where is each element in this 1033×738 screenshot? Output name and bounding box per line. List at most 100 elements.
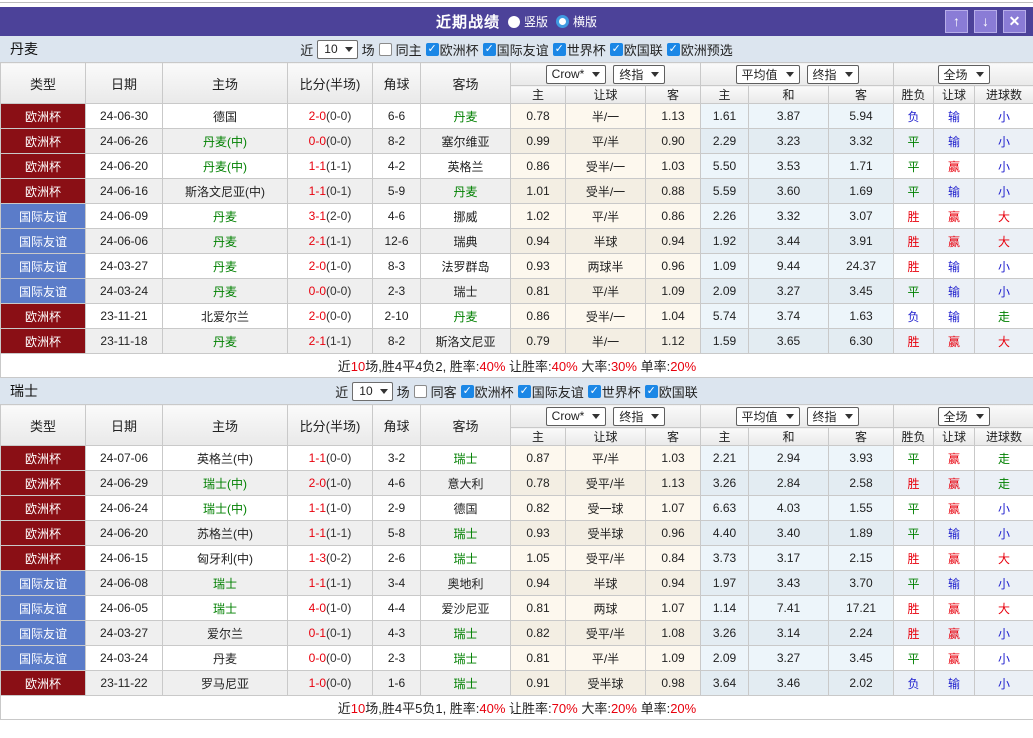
- date-cell: 24-06-26: [85, 128, 163, 154]
- handicap-cell: 半球: [565, 228, 646, 254]
- away-team-cell: 斯洛文尼亚: [420, 328, 511, 354]
- close-icon: ✕: [1008, 13, 1021, 29]
- layout-option-horizontal[interactable]: 横版: [556, 13, 597, 30]
- average-select[interactable]: 平均值: [735, 64, 800, 84]
- average-select[interactable]: 平均值: [735, 406, 800, 426]
- date-cell: 24-06-06: [85, 228, 163, 254]
- handicap-cell: 两球半: [565, 253, 646, 279]
- full-time-score: 1-1: [308, 526, 326, 540]
- matches-label: 场: [396, 384, 410, 400]
- league-filter-世界杯[interactable]: ✓ 世界杯: [552, 40, 606, 59]
- league-filter-欧洲预选[interactable]: ✓ 欧洲预选: [666, 40, 733, 59]
- avg-draw-cell: 3.43: [748, 570, 830, 596]
- score-cell: 1-1(0-1): [287, 178, 373, 204]
- league-filters: ✓ 欧洲杯 ✓ 国际友谊 ✓ 世界杯 ✓ 欧国联: [460, 382, 698, 401]
- scope-select[interactable]: 全场: [937, 406, 990, 426]
- league-cell: 国际友谊: [0, 645, 86, 671]
- odds-away-cell: 0.96: [644, 520, 702, 546]
- bookmaker-select[interactable]: Crow*: [545, 406, 607, 426]
- goals-result-cell: 小: [974, 645, 1033, 671]
- away-team-cell: 瑞士: [420, 278, 511, 304]
- full-time-score: 0-0: [308, 134, 326, 148]
- league-filter-国际友谊[interactable]: ✓ 国际友谊: [482, 40, 549, 59]
- summary-segment: 20%: [670, 359, 697, 374]
- odds-away-cell: 0.94: [644, 228, 702, 254]
- final-odds-select[interactable]: 终指: [613, 406, 666, 426]
- home-team-cell: 德国: [162, 103, 288, 129]
- bookmaker-select[interactable]: Crow*: [545, 64, 607, 84]
- summary-row: 近10场,胜4平4负2, 胜率:40% 让胜率:40% 大率:30% 单率:20…: [0, 353, 1033, 378]
- avg-home-cell: 2.26: [700, 203, 750, 229]
- date-cell: 23-11-21: [85, 303, 163, 329]
- average-final-select[interactable]: 终指: [806, 406, 859, 426]
- chevron-down-icon: [785, 413, 794, 419]
- scope-select[interactable]: 全场: [937, 64, 990, 84]
- move-up-button[interactable]: ↑: [945, 10, 968, 33]
- odds-home-cell: 0.81: [510, 595, 566, 621]
- league-cell: 欧洲杯: [0, 470, 86, 496]
- result-cell: 胜: [893, 203, 935, 229]
- full-time-score: 2-0: [308, 476, 326, 490]
- odds-home-cell: 0.87: [510, 445, 566, 471]
- average-final-select[interactable]: 终指: [806, 64, 859, 84]
- half-time-score: (0-0): [326, 134, 352, 148]
- corners-cell: 2-3: [372, 278, 421, 304]
- chevron-down-icon: [651, 71, 660, 77]
- close-button[interactable]: ✕: [1003, 10, 1026, 33]
- score-cell: 1-1(1-1): [287, 570, 373, 596]
- odds-home-cell: 0.81: [510, 278, 566, 304]
- result-cell: 胜: [893, 253, 935, 279]
- same-side-checkbox[interactable]: [378, 42, 392, 56]
- score-cell: 1-3(0-2): [287, 545, 373, 571]
- goals-result-cell: 小: [974, 520, 1033, 546]
- match-count-select[interactable]: 10: [317, 39, 358, 59]
- final-odds-select[interactable]: 终指: [613, 64, 666, 84]
- avg-home-cell: 1.14: [700, 595, 750, 621]
- summary-segment: 20%: [610, 701, 637, 716]
- sections-container: 丹麦 近 10 场 同主 ✓ 欧洲杯 ✓ 国际友谊 ✓ 世界杯 ✓ 欧国联 ✓ 欧洲预选: [0, 36, 1033, 720]
- league-filter-欧洲杯[interactable]: ✓ 欧洲杯: [425, 40, 479, 59]
- league-filter-欧洲杯[interactable]: ✓ 欧洲杯: [460, 382, 514, 401]
- summary-segment: 40%: [551, 359, 578, 374]
- avg-draw-cell: 3.40: [748, 520, 830, 546]
- match-row: 国际友谊 24-03-24 丹麦 0-0(0-0) 2-3 瑞士 0.81 平/半 1.09 2.…: [0, 645, 1033, 671]
- away-team-cell: 德国: [420, 495, 511, 521]
- match-row: 欧洲杯 24-06-16 斯洛文尼亚(中) 1-1(0-1) 5-9 丹麦 1.01 受半/一…: [0, 178, 1033, 204]
- goals-result-cell: 走: [974, 445, 1033, 471]
- home-team-cell: 瑞士: [162, 570, 288, 596]
- full-time-score: 1-1: [308, 501, 326, 515]
- checkbox-icon: ✓: [609, 42, 623, 56]
- layout-option-vertical[interactable]: 竖版: [507, 13, 548, 30]
- league-filter-国际友谊[interactable]: ✓ 国际友谊: [517, 382, 584, 401]
- league-filter-世界杯[interactable]: ✓ 世界杯: [587, 382, 641, 401]
- summary-segment: 10: [350, 359, 366, 374]
- match-count-select[interactable]: 10: [352, 381, 393, 401]
- half-time-score: (0-1): [326, 184, 352, 198]
- league-filter-欧国联[interactable]: ✓ 欧国联: [644, 382, 698, 401]
- home-team-cell: 瑞士(中): [162, 470, 288, 496]
- league-filter-label: 欧洲杯: [474, 384, 514, 400]
- full-time-score: 1-0: [308, 676, 326, 690]
- corners-cell: 5-8: [372, 520, 421, 546]
- half-time-score: (2-0): [326, 209, 352, 223]
- odds-home-cell: 1.02: [510, 203, 566, 229]
- match-row: 国际友谊 24-06-09 丹麦 3-1(2-0) 4-6 挪威 1.02 平/半 0.86 2.…: [0, 203, 1033, 229]
- avg-draw-cell: 3.46: [748, 670, 830, 696]
- avg-away-cell: 5.94: [828, 103, 895, 129]
- col-header-home: 主场: [162, 404, 288, 446]
- odds-away-cell: 1.03: [644, 445, 702, 471]
- league-filter-欧国联[interactable]: ✓ 欧国联: [609, 40, 663, 59]
- half-time-score: (0-1): [326, 626, 352, 640]
- result-cell: 胜: [893, 620, 935, 646]
- bookmaker-odds-group: Crow* 终指: [509, 404, 702, 428]
- sub-header-avg-home: 主: [700, 427, 750, 446]
- date-cell: 24-06-09: [85, 203, 163, 229]
- result-cell: 负: [893, 103, 935, 129]
- avg-away-cell: 2.58: [828, 470, 895, 496]
- league-cell: 欧洲杯: [0, 178, 86, 204]
- move-down-button[interactable]: ↓: [974, 10, 997, 33]
- full-time-score: 2-0: [308, 259, 326, 273]
- same-side-label: 同客: [430, 384, 457, 400]
- date-cell: 24-06-30: [85, 103, 163, 129]
- same-side-checkbox[interactable]: [413, 384, 427, 398]
